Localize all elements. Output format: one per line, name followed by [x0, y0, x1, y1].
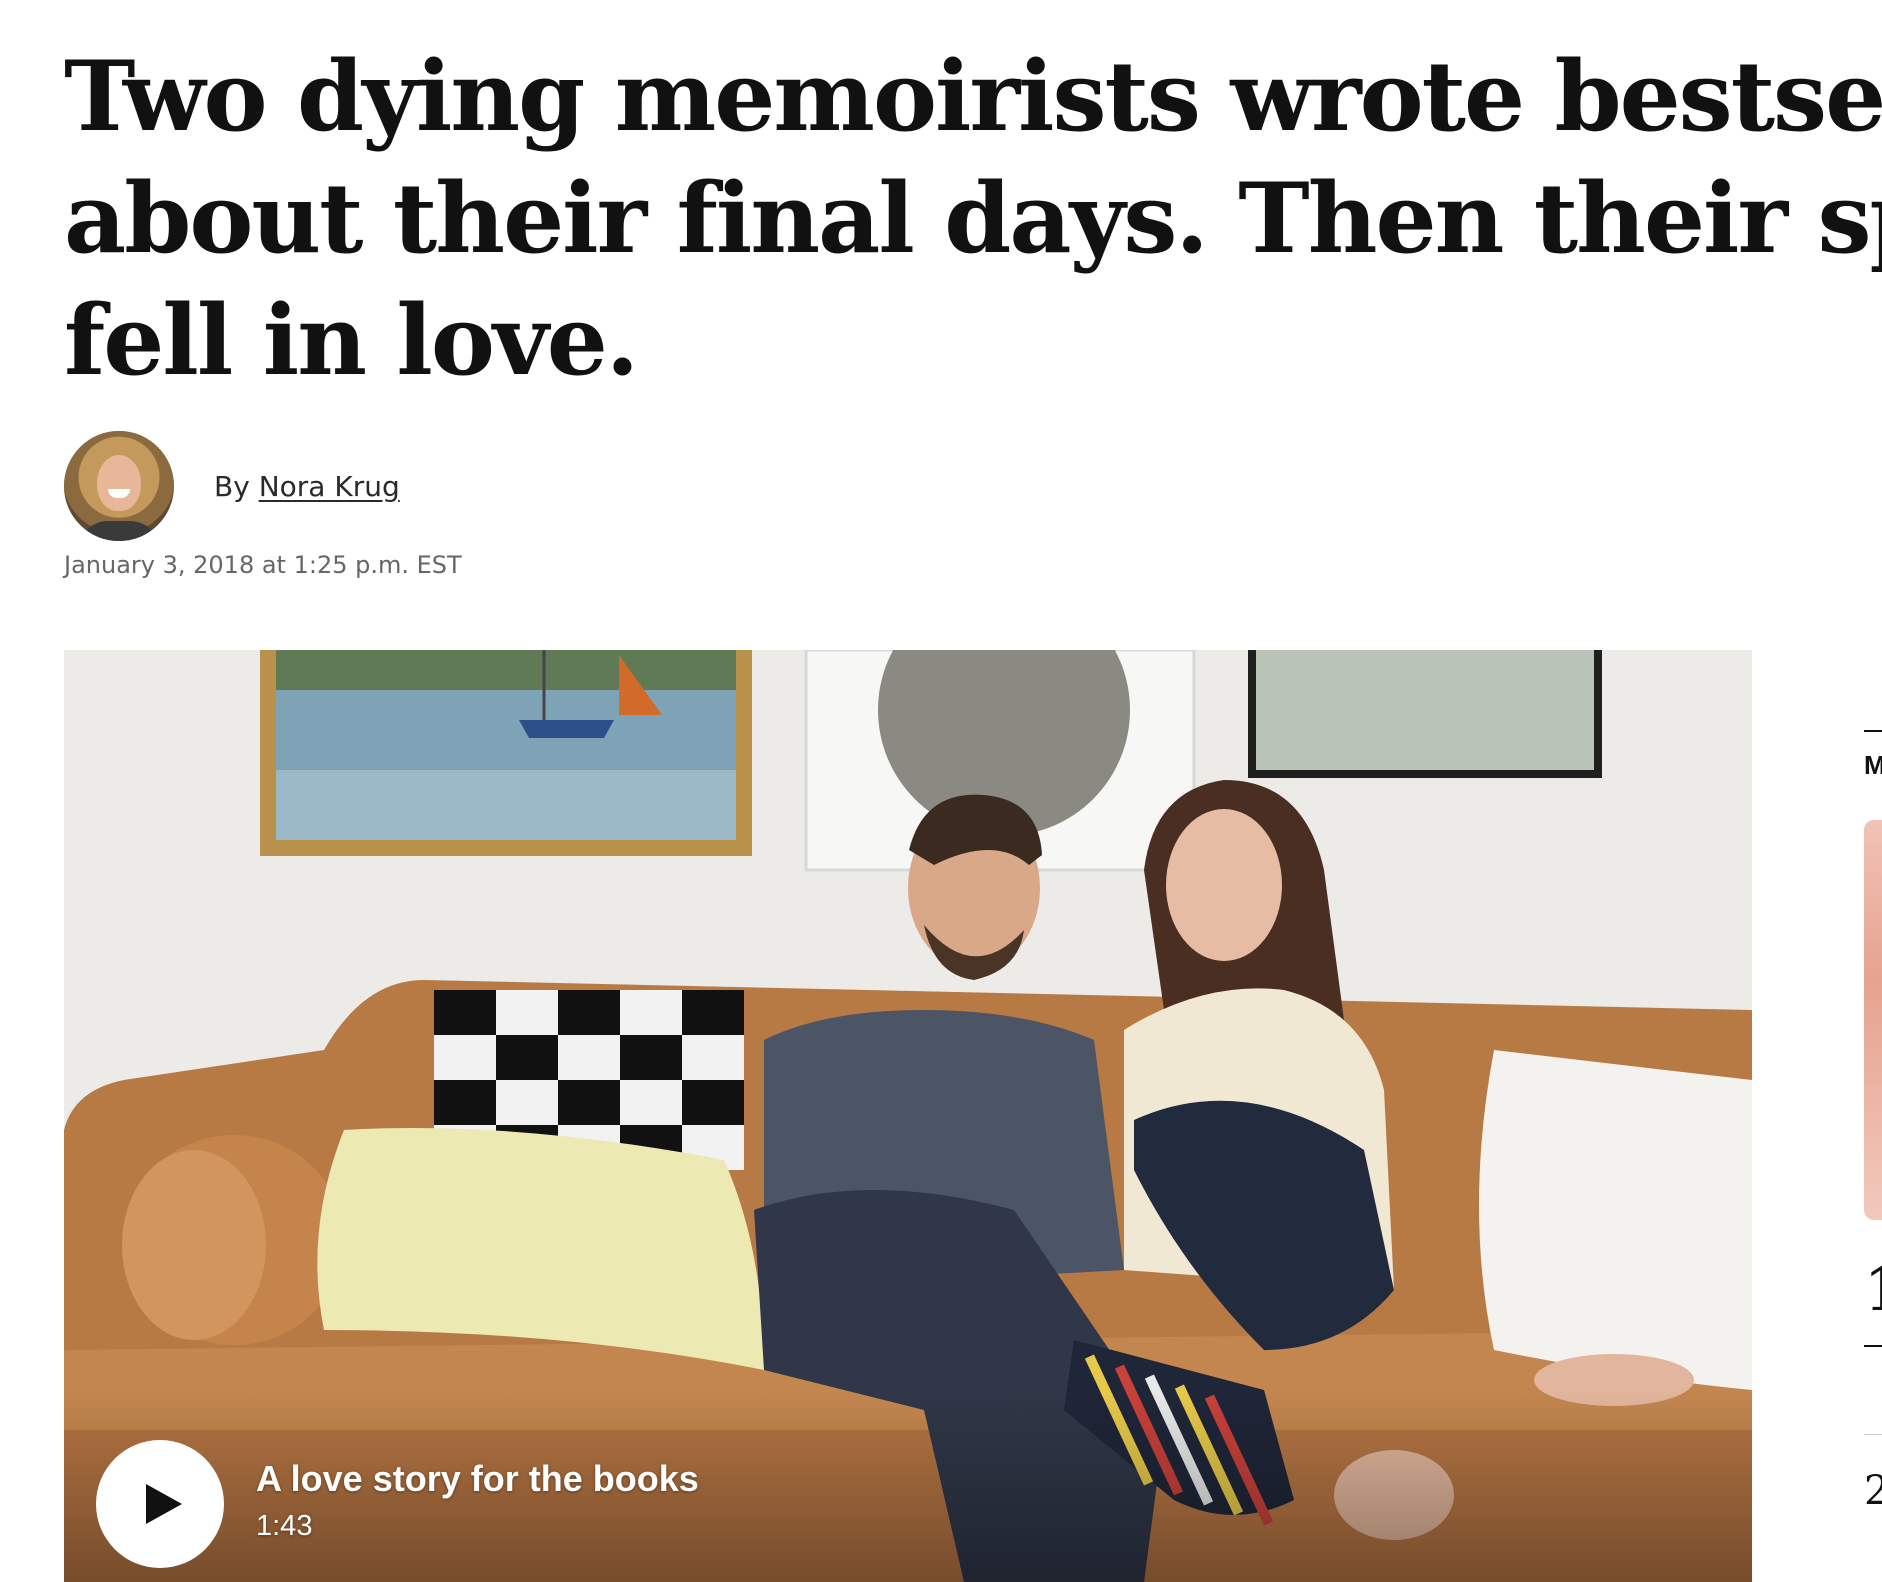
video-duration: 1:43	[256, 1510, 313, 1542]
wall-painting	[260, 650, 752, 856]
rail-rank-number: 1	[1864, 1255, 1882, 1325]
headline-line-2: about their final days. Then their spous…	[64, 162, 1882, 275]
rail-divider	[1864, 1345, 1882, 1347]
rail-section-label: M	[1864, 750, 1882, 780]
publish-timestamp: January 3, 2018 at 1:25 p.m. EST	[64, 551, 462, 579]
byline-prefix: By	[214, 469, 259, 503]
byline: By Nora Krug	[64, 430, 400, 542]
article-headline: Two dying memoirists wrote bestsellers a…	[64, 36, 1882, 396]
video-title[interactable]: A love story for the books	[256, 1458, 699, 1500]
video-poster-image	[64, 650, 1752, 1582]
headline-line-3: fell in love.	[64, 284, 639, 396]
headline-line-1: Two dying memoirists wrote bestsellers	[64, 40, 1882, 153]
white-pillow	[1479, 1050, 1752, 1390]
rail-rank-number: 2	[1864, 1468, 1882, 1514]
author-avatar[interactable]	[64, 431, 174, 541]
wall-framed-picture	[1248, 650, 1602, 778]
headline-text: Two dying memoirists wrote bestsellers a…	[64, 36, 1882, 396]
rail-thumbnail[interactable]	[1864, 820, 1882, 1220]
right-rail: M 1 2	[1864, 720, 1882, 1582]
play-button[interactable]	[96, 1440, 224, 1568]
byline-text: By Nora Krug	[214, 470, 400, 503]
rail-divider	[1864, 730, 1882, 732]
video-player[interactable]: A love story for the books 1:43	[64, 650, 1752, 1582]
author-link[interactable]: Nora Krug	[259, 470, 400, 503]
avatar-face	[97, 455, 141, 511]
play-icon	[146, 1484, 182, 1524]
rail-divider	[1864, 1434, 1882, 1435]
